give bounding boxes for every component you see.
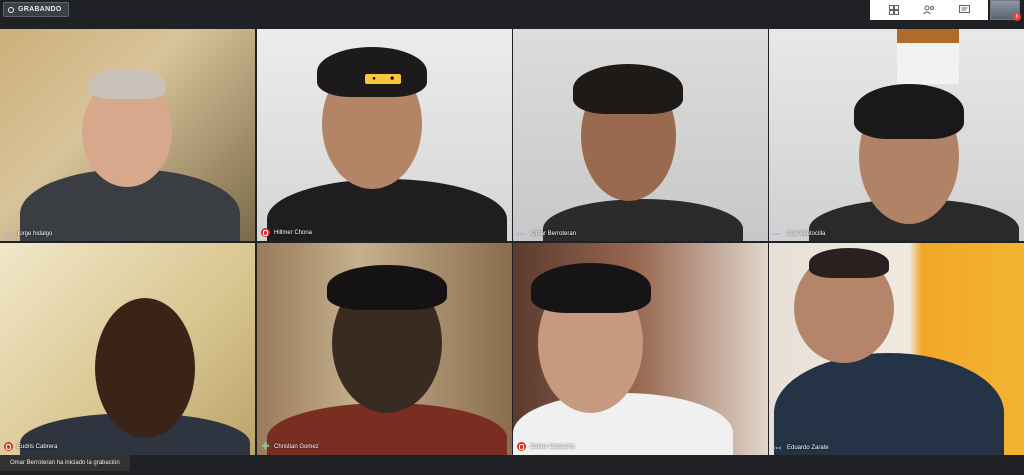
chat-icon[interactable] xyxy=(957,4,971,16)
mic-off-icon xyxy=(517,442,526,451)
mic-off-icon xyxy=(261,228,270,237)
video-tile-4[interactable]: Luis Ventocilla xyxy=(769,29,1024,241)
participant-nameplate: Luis Ventocilla xyxy=(773,231,825,237)
mic-off-icon xyxy=(4,442,13,451)
grid-layout-icon[interactable] xyxy=(887,4,901,16)
toolbar xyxy=(870,0,988,20)
notification-text: Omar Berroteran ha iniciado la grabación xyxy=(10,460,120,466)
speaking-icon xyxy=(773,447,783,449)
video-tile-7[interactable]: Carlos Camacho xyxy=(513,243,768,455)
heart-icon: ● xyxy=(372,76,376,82)
video-tile-2[interactable]: ● ■ Hillmer Chona xyxy=(257,29,512,241)
participant-nameplate: Omar Berroteran xyxy=(517,231,576,237)
pin-icon: ✚ xyxy=(261,441,270,451)
reaction-bar: ● ■ xyxy=(365,74,401,84)
recording-badge: GRABANDO xyxy=(3,2,69,17)
add-people-icon[interactable] xyxy=(922,4,936,16)
participant-nameplate: ✚ Christian Gomez xyxy=(261,442,319,451)
participant-nameplate: jorge hidalgo xyxy=(4,231,52,237)
video-grid: jorge hidalgo ● ■ Hillmer Chona Omar Ber… xyxy=(0,29,1024,456)
top-bar: GRABANDO 6 xyxy=(0,0,1024,28)
participant-nameplate: Hillmer Chona xyxy=(261,228,312,237)
recording-notification: Omar Berroteran ha iniciado la grabación xyxy=(0,455,130,471)
participant-nameplate: Carlos Camacho xyxy=(517,442,575,451)
participant-name: Carlos Camacho xyxy=(530,443,575,450)
speaking-icon xyxy=(517,233,527,235)
speaking-icon xyxy=(773,233,783,235)
video-tile-1[interactable]: jorge hidalgo xyxy=(0,29,255,241)
video-tile-6[interactable]: ✚ Christian Gomez xyxy=(257,243,512,455)
participant-name: Eudris Cabrera xyxy=(17,443,58,450)
self-view-thumbnail[interactable]: 6 xyxy=(990,0,1021,21)
recording-label: GRABANDO xyxy=(18,6,62,13)
participant-name: Christian Gomez xyxy=(274,443,319,450)
video-tile-5[interactable]: Eudris Cabrera xyxy=(0,243,255,455)
participant-nameplate: Eduardo Zarate xyxy=(773,445,829,451)
video-tile-8[interactable]: Eduardo Zarate xyxy=(769,243,1024,455)
camera-icon: ■ xyxy=(390,76,394,82)
participant-name: jorge hidalgo xyxy=(18,231,53,237)
participant-name: Eduardo Zarate xyxy=(787,445,829,451)
participant-nameplate: Eudris Cabrera xyxy=(4,442,57,451)
recording-icon xyxy=(8,6,14,13)
video-tile-3[interactable]: Omar Berroteran xyxy=(513,29,768,241)
speaking-icon xyxy=(4,233,14,235)
participant-name: Hillmer Chona xyxy=(274,229,313,236)
bottom-strip xyxy=(0,456,1024,475)
participant-name: Omar Berroteran xyxy=(531,231,577,237)
participant-name: Luis Ventocilla xyxy=(787,231,826,237)
participant-count-badge: 6 xyxy=(1013,13,1021,21)
